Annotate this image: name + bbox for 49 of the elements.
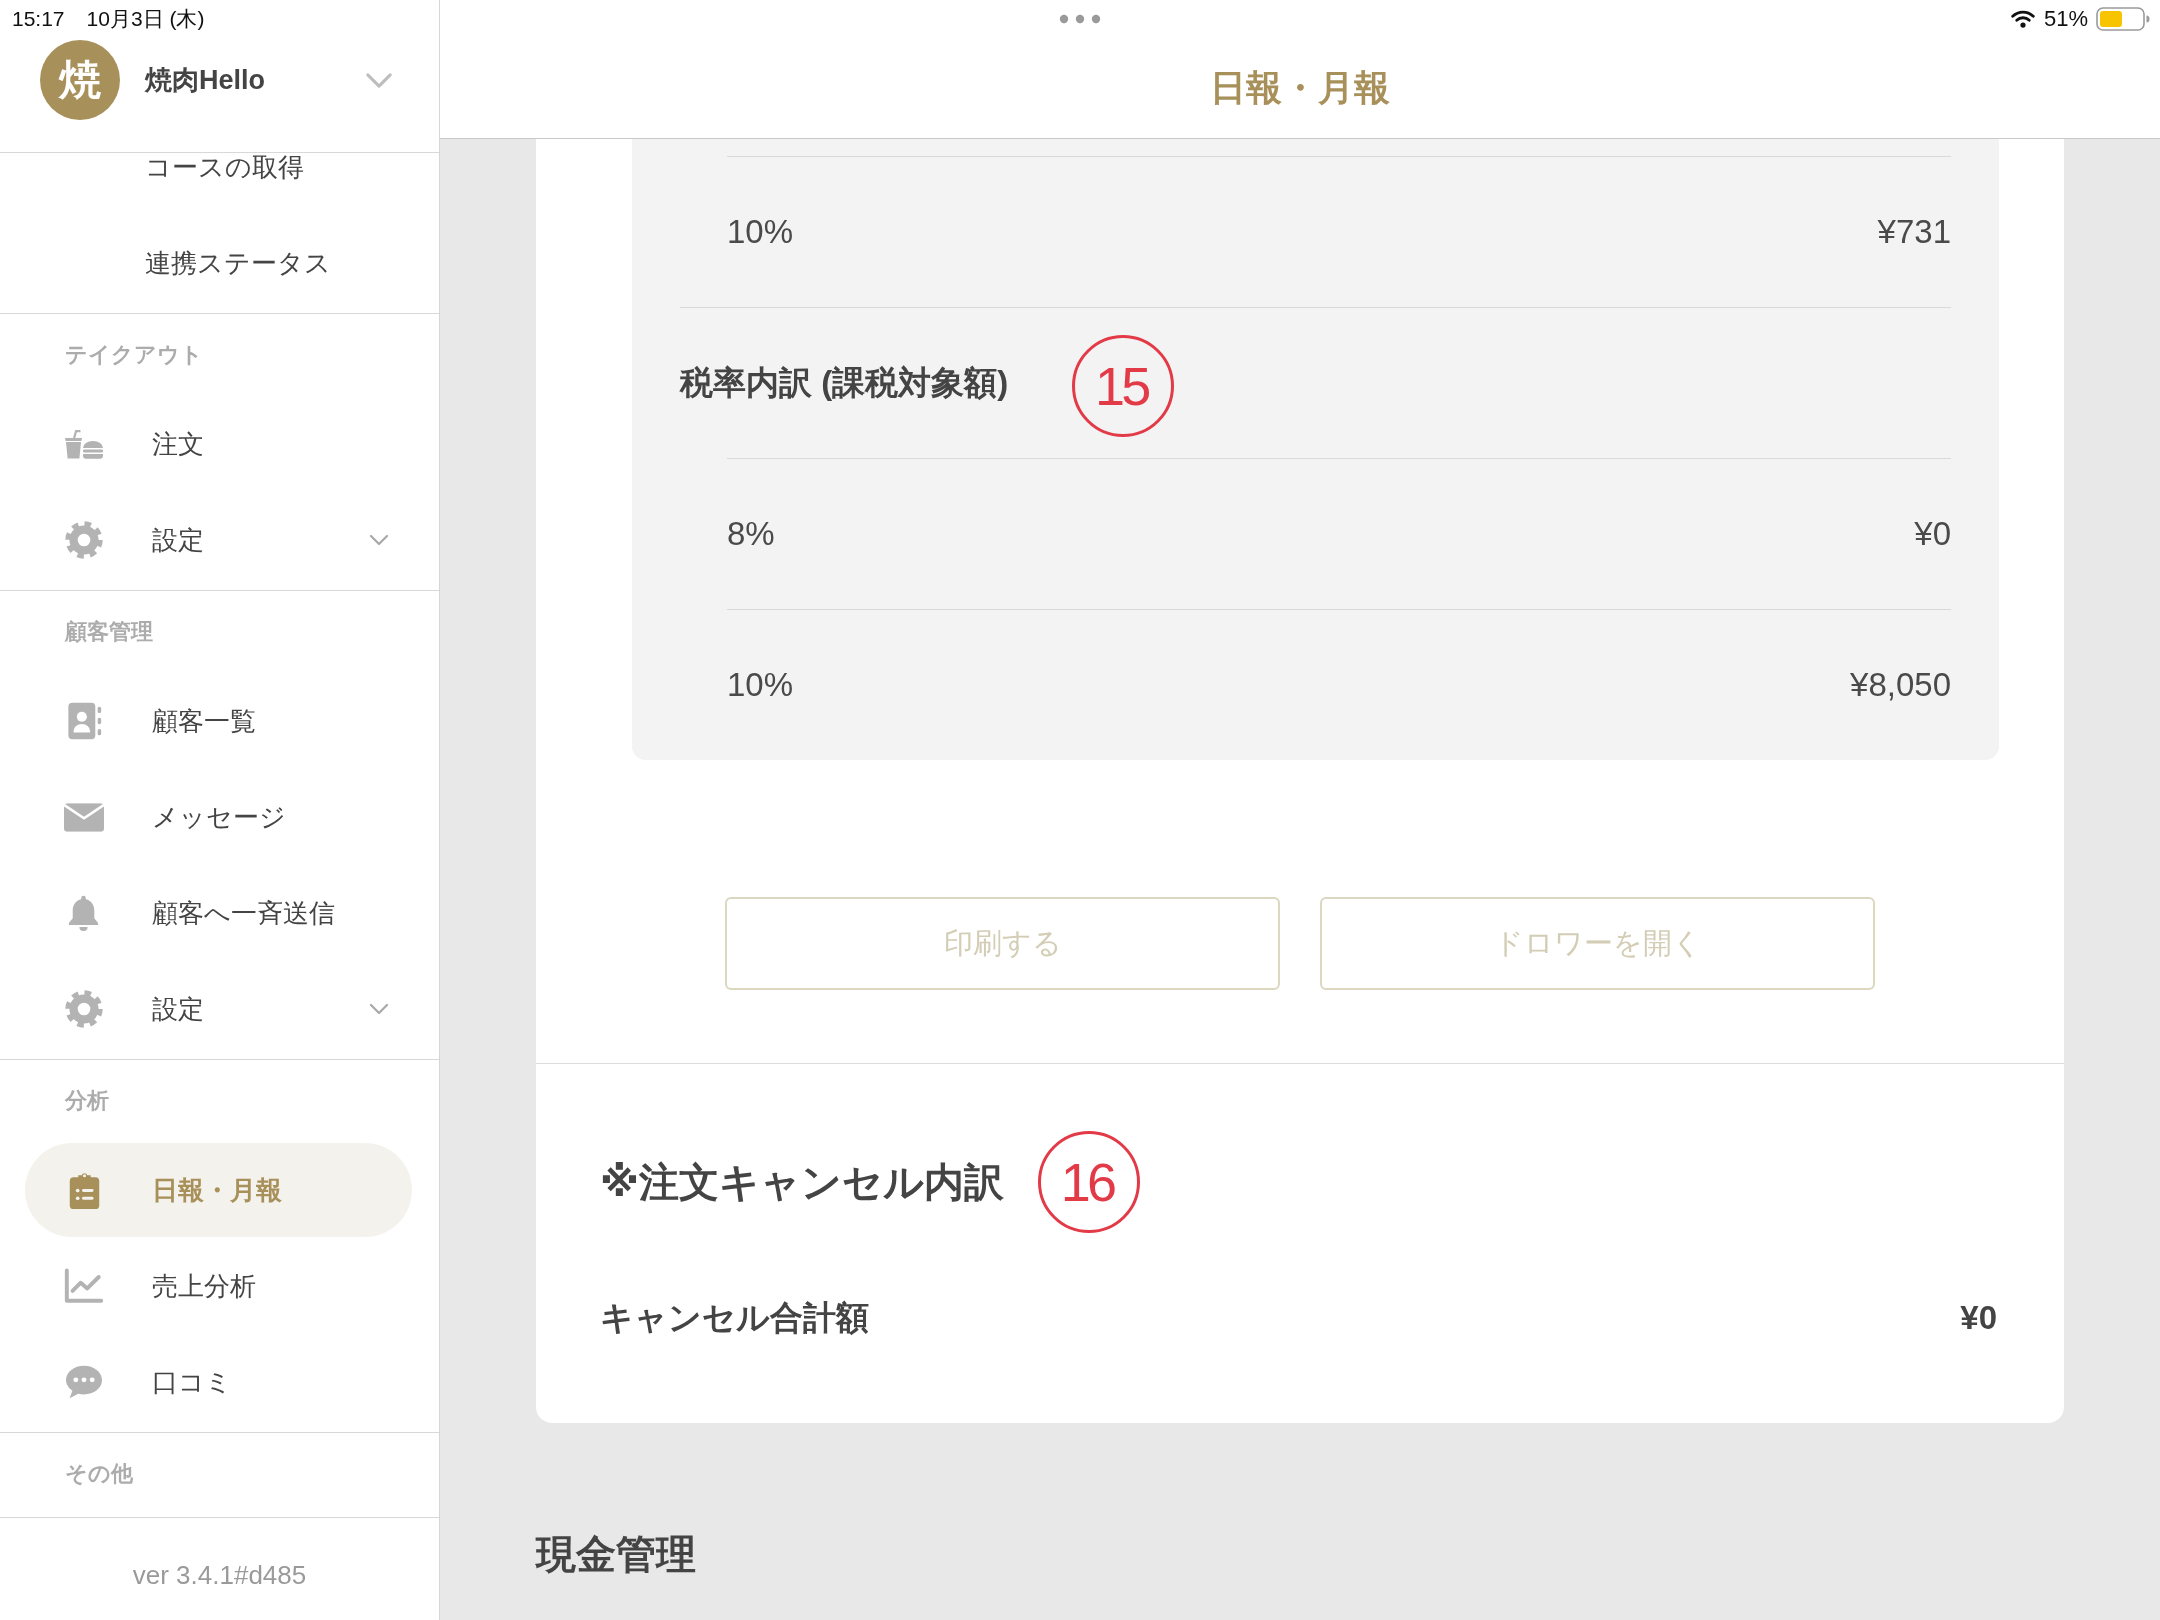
step-number-marker: 16 (1037, 1131, 1140, 1233)
row-label: 10% (727, 665, 794, 705)
nav-item[interactable]: 設定 (65, 990, 204, 1028)
nav-item[interactable]: 顧客へ一斉送信 (65, 894, 335, 932)
gear-icon (65, 521, 103, 559)
chevron-down-icon[interactable] (369, 1003, 389, 1015)
section-title: ※注文キャンセル内訳 (600, 1159, 1004, 1206)
section-title: 現金管理 (536, 1531, 696, 1578)
amount-value: ¥731 (1877, 212, 1951, 252)
cup-and-burger-icon (64, 429, 104, 459)
account-name: 焼肉Hello (145, 64, 265, 97)
line-chart-icon (64, 1268, 104, 1304)
submenu-item[interactable]: コースの取得 (145, 153, 304, 183)
clipboard-list-icon (69, 1170, 100, 1210)
status-time: 15:17 (12, 6, 65, 32)
row-label: キャンセル合計額 (600, 1298, 869, 1338)
contact-card-icon (66, 702, 104, 740)
nav-item[interactable]: 売上分析 (65, 1268, 256, 1304)
battery-icon (2096, 7, 2150, 31)
account-avatar: 焼 (40, 40, 120, 120)
wifi-icon (2009, 9, 2036, 29)
page-title: 日報・月報 (1210, 66, 1390, 110)
amount-value: ¥8,050 (1850, 665, 1951, 705)
speech-bubble-icon (64, 1364, 104, 1400)
row-label: 8% (727, 514, 775, 554)
row-label: 10% (727, 212, 794, 252)
bell-icon (66, 894, 101, 932)
status-date: 10月3日 (木) (86, 6, 205, 32)
nav-item[interactable]: 注文 (65, 428, 204, 460)
step-number-marker: 15 (1072, 335, 1175, 437)
ellipsis-icon[interactable] (1059, 14, 1101, 24)
section-header: 分析 (65, 1088, 109, 1114)
submenu-item[interactable]: 連携ステータス (145, 247, 331, 279)
gear-icon (65, 990, 103, 1028)
section-subtitle: 税率内訳 (課税対象額) (680, 363, 1009, 403)
nav-item[interactable]: 顧客一覧 (65, 702, 256, 740)
battery-percent: 51% (2043, 6, 2088, 32)
envelope-icon (64, 802, 104, 832)
nav-item[interactable]: メッセージ (65, 801, 286, 833)
amount-value: ¥0 (1914, 514, 1951, 554)
section-header: 顧客管理 (65, 619, 153, 645)
section-header: テイクアウト (65, 342, 203, 368)
amount-value: ¥0 (1960, 1298, 1997, 1338)
nav-item[interactable]: 口コミ (65, 1364, 232, 1400)
chevron-down-icon[interactable] (365, 71, 393, 89)
version-text: ver 3.4.1#d485 (132, 1560, 307, 1590)
section-header: その他 (65, 1461, 133, 1487)
nav-item[interactable]: 設定 (65, 521, 204, 559)
chevron-down-icon[interactable] (369, 534, 389, 546)
